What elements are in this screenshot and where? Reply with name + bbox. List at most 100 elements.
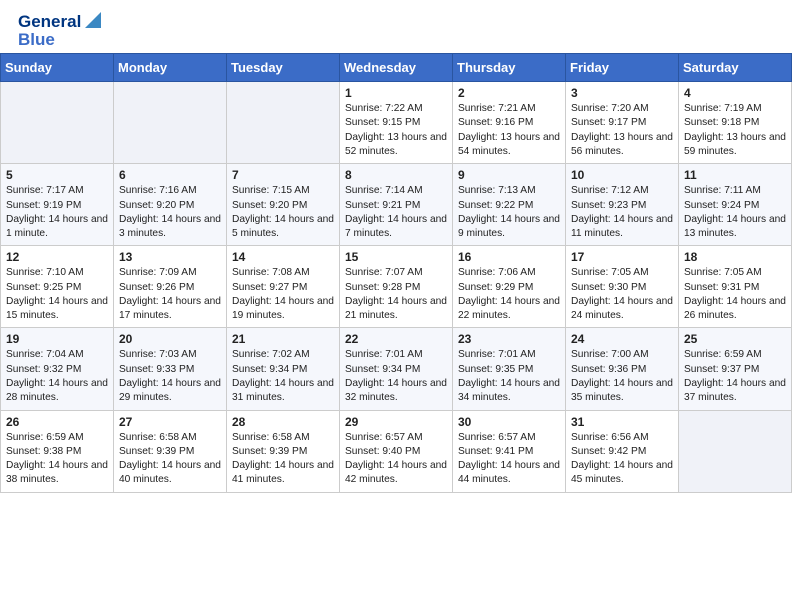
calendar-cell: 2 Sunrise: 7:21 AM Sunset: 9:16 PM Daylig… (453, 82, 566, 164)
day-number: 29 (345, 415, 447, 429)
day-number: 27 (119, 415, 221, 429)
calendar-cell: 5 Sunrise: 7:17 AM Sunset: 9:19 PM Daylig… (1, 164, 114, 246)
cell-content: Sunrise: 6:59 AM Sunset: 9:37 PM Dayligh… (684, 348, 786, 405)
day-number: 8 (345, 168, 447, 182)
day-number: 19 (6, 332, 108, 346)
day-number: 31 (571, 415, 673, 429)
calendar-cell: 24 Sunrise: 7:00 AM Sunset: 9:36 PM Dayli… (566, 328, 679, 410)
cell-content: Sunrise: 7:21 AM Sunset: 9:16 PM Dayligh… (458, 102, 560, 159)
calendar-cell: 31 Sunrise: 6:56 AM Sunset: 9:42 PM Dayli… (566, 410, 679, 492)
day-number: 23 (458, 332, 560, 346)
calendar-cell: 20 Sunrise: 7:03 AM Sunset: 9:33 PM Dayli… (114, 328, 227, 410)
cell-content: Sunrise: 7:05 AM Sunset: 9:30 PM Dayligh… (571, 266, 673, 323)
cell-content: Sunrise: 6:58 AM Sunset: 9:39 PM Dayligh… (119, 431, 221, 488)
cell-content: Sunrise: 7:13 AM Sunset: 9:22 PM Dayligh… (458, 184, 560, 241)
day-number: 7 (232, 168, 334, 182)
cell-content: Sunrise: 7:04 AM Sunset: 9:32 PM Dayligh… (6, 348, 108, 405)
calendar-cell: 4 Sunrise: 7:19 AM Sunset: 9:18 PM Daylig… (679, 82, 792, 164)
calendar-cell: 27 Sunrise: 6:58 AM Sunset: 9:39 PM Dayli… (114, 410, 227, 492)
cell-content: Sunrise: 7:10 AM Sunset: 9:25 PM Dayligh… (6, 266, 108, 323)
calendar-cell: 3 Sunrise: 7:20 AM Sunset: 9:17 PM Daylig… (566, 82, 679, 164)
calendar-cell: 7 Sunrise: 7:15 AM Sunset: 9:20 PM Daylig… (227, 164, 340, 246)
calendar-cell (1, 82, 114, 164)
calendar-cell: 15Sunrise: 7:07 AM Sunset: 9:28 PM Dayli… (340, 246, 453, 328)
day-number: 13 (119, 250, 221, 264)
day-number: 11 (684, 168, 786, 182)
cell-content: Sunrise: 7:00 AM Sunset: 9:36 PM Dayligh… (571, 348, 673, 405)
calendar-cell (679, 410, 792, 492)
calendar-cell (227, 82, 340, 164)
day-number: 1 (345, 86, 447, 100)
calendar-cell: 10 Sunrise: 7:12 AM Sunset: 9:23 PM Dayli… (566, 164, 679, 246)
logo: General Blue (18, 12, 101, 49)
calendar-table: SundayMondayTuesdayWednesdayThursdayFrid… (0, 53, 792, 493)
day-number: 6 (119, 168, 221, 182)
day-number: 26 (6, 415, 108, 429)
cell-content: Sunrise: 7:11 AM Sunset: 9:24 PM Dayligh… (684, 184, 786, 241)
cell-content: Sunrise: 7:01 AM Sunset: 9:34 PM Dayligh… (345, 348, 447, 405)
day-number: 2 (458, 86, 560, 100)
day-number: 24 (571, 332, 673, 346)
calendar-header-thursday: Thursday (453, 54, 566, 82)
cell-content: Sunrise: 7:02 AM Sunset: 9:34 PM Dayligh… (232, 348, 334, 405)
day-number: 28 (232, 415, 334, 429)
cell-content: Sunrise: 6:57 AM Sunset: 9:40 PM Dayligh… (345, 431, 447, 488)
calendar-header-friday: Friday (566, 54, 679, 82)
calendar-cell: 26 Sunrise: 6:59 AM Sunset: 9:38 PM Dayli… (1, 410, 114, 492)
cell-content: Sunrise: 7:20 AM Sunset: 9:17 PM Dayligh… (571, 102, 673, 159)
calendar-header-saturday: Saturday (679, 54, 792, 82)
calendar-cell: 19 Sunrise: 7:04 AM Sunset: 9:32 PM Dayli… (1, 328, 114, 410)
calendar-cell: 11 Sunrise: 7:11 AM Sunset: 9:24 PM Dayli… (679, 164, 792, 246)
day-number: 4 (684, 86, 786, 100)
calendar-cell: 25 Sunrise: 6:59 AM Sunset: 9:37 PM Dayli… (679, 328, 792, 410)
cell-content: Sunrise: 7:01 AM Sunset: 9:35 PM Dayligh… (458, 348, 560, 405)
day-number: 21 (232, 332, 334, 346)
day-number: 12 (6, 250, 108, 264)
cell-content: Sunrise: 7:15 AM Sunset: 9:20 PM Dayligh… (232, 184, 334, 241)
calendar-header-monday: Monday (114, 54, 227, 82)
calendar-cell: 1 Sunrise: 7:22 AM Sunset: 9:15 PM Daylig… (340, 82, 453, 164)
cell-content: Sunrise: 7:07 AM Sunset: 9:28 PM Dayligh… (345, 266, 447, 323)
day-number: 17 (571, 250, 673, 264)
calendar-cell: 30Sunrise: 6:57 AM Sunset: 9:41 PM Dayli… (453, 410, 566, 492)
calendar-cell: 23 Sunrise: 7:01 AM Sunset: 9:35 PM Dayli… (453, 328, 566, 410)
calendar-cell: 17 Sunrise: 7:05 AM Sunset: 9:30 PM Dayli… (566, 246, 679, 328)
calendar-cell: 12 Sunrise: 7:10 AM Sunset: 9:25 PM Dayli… (1, 246, 114, 328)
day-number: 9 (458, 168, 560, 182)
day-number: 3 (571, 86, 673, 100)
cell-content: Sunrise: 7:03 AM Sunset: 9:33 PM Dayligh… (119, 348, 221, 405)
cell-content: Sunrise: 7:22 AM Sunset: 9:15 PM Dayligh… (345, 102, 447, 159)
cell-content: Sunrise: 7:09 AM Sunset: 9:26 PM Dayligh… (119, 266, 221, 323)
cell-content: Sunrise: 6:58 AM Sunset: 9:39 PM Dayligh… (232, 431, 334, 488)
cell-content: Sunrise: 7:05 AM Sunset: 9:31 PM Dayligh… (684, 266, 786, 323)
calendar-cell: 8 Sunrise: 7:14 AM Sunset: 9:21 PM Daylig… (340, 164, 453, 246)
calendar-cell (114, 82, 227, 164)
calendar-cell: 9 Sunrise: 7:13 AM Sunset: 9:22 PM Daylig… (453, 164, 566, 246)
logo-blue: Blue (18, 30, 101, 50)
calendar-cell: 18Sunrise: 7:05 AM Sunset: 9:31 PM Dayli… (679, 246, 792, 328)
logo-general: General (18, 12, 81, 32)
day-number: 25 (684, 332, 786, 346)
day-number: 30 (458, 415, 560, 429)
cell-content: Sunrise: 7:12 AM Sunset: 9:23 PM Dayligh… (571, 184, 673, 241)
calendar-cell: 14Sunrise: 7:08 AM Sunset: 9:27 PM Dayli… (227, 246, 340, 328)
calendar-cell: 29 Sunrise: 6:57 AM Sunset: 9:40 PM Dayli… (340, 410, 453, 492)
day-number: 20 (119, 332, 221, 346)
cell-content: Sunrise: 7:16 AM Sunset: 9:20 PM Dayligh… (119, 184, 221, 241)
cell-content: Sunrise: 7:08 AM Sunset: 9:27 PM Dayligh… (232, 266, 334, 323)
cell-content: Sunrise: 6:59 AM Sunset: 9:38 PM Dayligh… (6, 431, 108, 488)
day-number: 16 (458, 250, 560, 264)
day-number: 5 (6, 168, 108, 182)
cell-content: Sunrise: 7:14 AM Sunset: 9:21 PM Dayligh… (345, 184, 447, 241)
calendar-cell: 28 Sunrise: 6:58 AM Sunset: 9:39 PM Dayli… (227, 410, 340, 492)
cell-content: Sunrise: 7:06 AM Sunset: 9:29 PM Dayligh… (458, 266, 560, 323)
logo-triangle (83, 12, 101, 30)
cell-content: Sunrise: 6:56 AM Sunset: 9:42 PM Dayligh… (571, 431, 673, 488)
calendar-cell: 13 Sunrise: 7:09 AM Sunset: 9:26 PM Dayli… (114, 246, 227, 328)
cell-content: Sunrise: 7:17 AM Sunset: 9:19 PM Dayligh… (6, 184, 108, 241)
calendar-cell: 6 Sunrise: 7:16 AM Sunset: 9:20 PM Daylig… (114, 164, 227, 246)
cell-content: Sunrise: 7:19 AM Sunset: 9:18 PM Dayligh… (684, 102, 786, 159)
day-number: 10 (571, 168, 673, 182)
calendar-cell: 22Sunrise: 7:01 AM Sunset: 9:34 PM Dayli… (340, 328, 453, 410)
calendar-header-tuesday: Tuesday (227, 54, 340, 82)
